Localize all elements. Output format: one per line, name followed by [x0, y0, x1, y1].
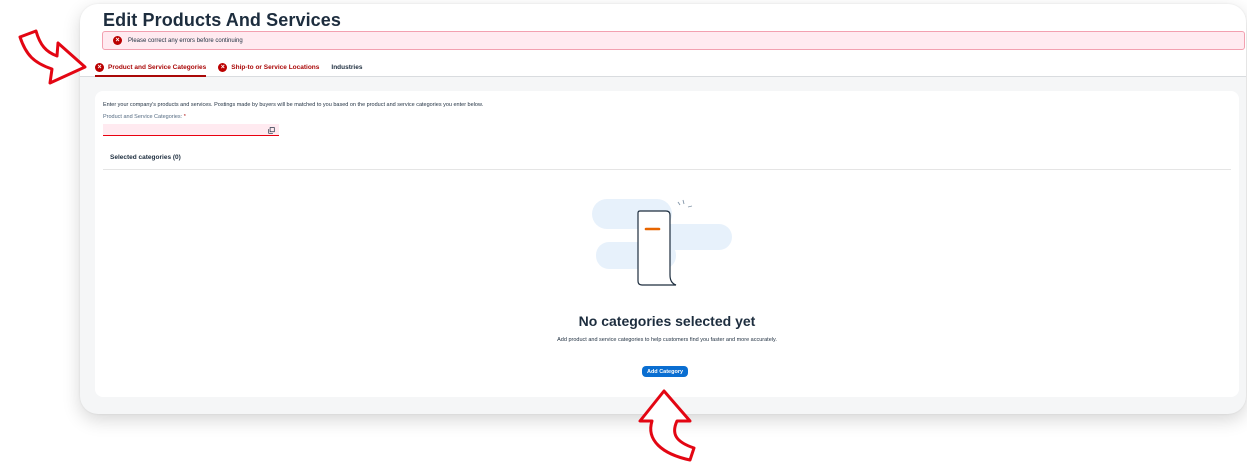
- tab-bar: × Product and Service Categories × Ship-…: [95, 60, 374, 77]
- categories-field-label: Product and Service Categories: *: [103, 114, 186, 120]
- add-category-button[interactable]: Add Category: [642, 366, 688, 377]
- edit-products-panel: Edit Products And Services × Please corr…: [80, 4, 1246, 414]
- red-arrow-annotation: [18, 29, 87, 85]
- tab-label: Ship-to or Service Locations: [231, 64, 320, 71]
- red-arrow-annotation: [638, 389, 696, 462]
- tab-label: Product and Service Categories: [108, 64, 207, 71]
- field-label-text: Product and Service Categories:: [103, 114, 183, 120]
- value-help-icon-graphic: [267, 126, 275, 134]
- page-header: Edit Products And Services × Please corr…: [80, 4, 1246, 77]
- empty-state-title: No categories selected yet: [578, 313, 756, 329]
- intro-text: Enter your company's products and servic…: [103, 102, 484, 108]
- selected-categories-heading: Selected categories (0): [110, 154, 181, 161]
- tab-label: Industries: [331, 64, 363, 71]
- error-icon: ×: [95, 63, 104, 72]
- tab-industries[interactable]: Industries: [331, 60, 362, 75]
- content-card: Enter your company's products and servic…: [95, 91, 1239, 397]
- categories-input[interactable]: [103, 124, 279, 136]
- error-icon: ×: [113, 36, 122, 45]
- error-message-strip: × Please correct any errors before conti…: [102, 31, 1245, 50]
- required-marker: *: [183, 114, 186, 120]
- error-message-text: Please correct any errors before continu…: [128, 37, 243, 44]
- page-title: Edit Products And Services: [103, 10, 341, 30]
- empty-state-description: Add product and service categories to he…: [557, 337, 777, 343]
- empty-document-illustration: [592, 199, 732, 286]
- error-icon: ×: [218, 63, 228, 72]
- value-help-icon[interactable]: [267, 126, 275, 134]
- divider: [103, 169, 1231, 170]
- tab-ship-to-service-locations[interactable]: × Ship-to or Service Locations: [218, 60, 319, 75]
- tab-product-service-categories[interactable]: × Product and Service Categories: [95, 60, 207, 77]
